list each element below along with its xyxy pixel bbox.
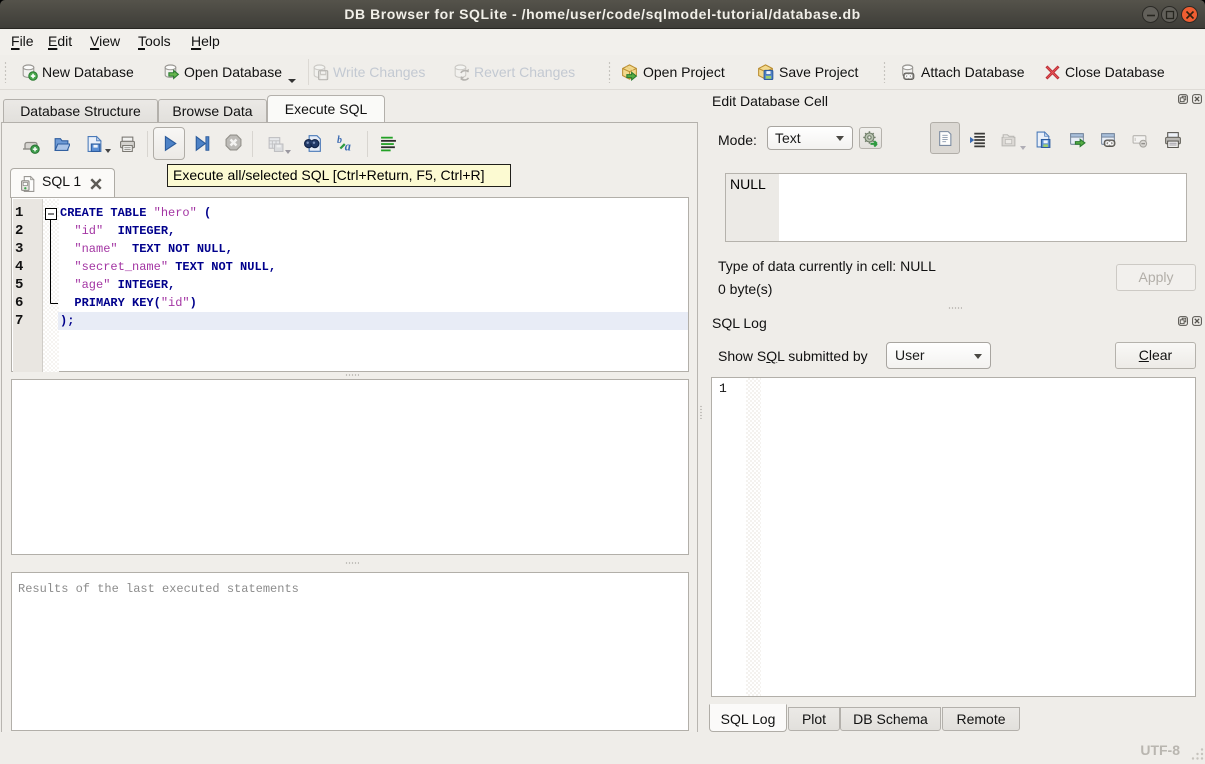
svg-text:a: a [345, 140, 351, 153]
svg-text:b: b [337, 135, 342, 146]
